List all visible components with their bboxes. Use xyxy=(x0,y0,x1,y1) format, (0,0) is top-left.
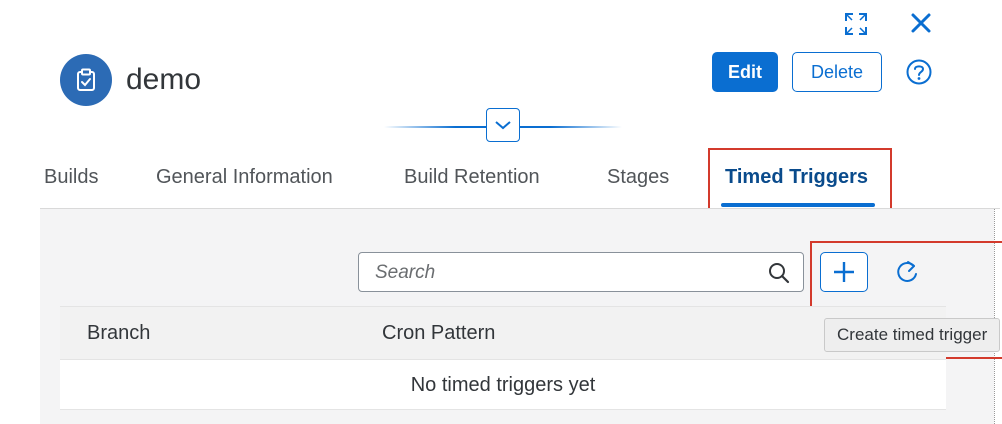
table-header xyxy=(60,306,946,360)
tab-stages[interactable]: Stages xyxy=(607,162,669,202)
empty-table-message: No timed triggers yet xyxy=(410,374,596,396)
chevron-down-icon xyxy=(495,121,511,130)
tab-builds[interactable]: Builds xyxy=(44,162,98,202)
expand-icon[interactable] xyxy=(842,10,870,38)
column-header-cron-pattern[interactable]: Cron Pattern xyxy=(382,320,495,346)
delete-button[interactable]: Delete xyxy=(792,52,882,92)
avatar xyxy=(60,54,112,106)
search-input[interactable] xyxy=(373,259,757,287)
clipboard-check-icon xyxy=(77,68,95,91)
search-icon[interactable] xyxy=(767,261,791,285)
edit-button[interactable]: Edit xyxy=(712,52,778,92)
search-field[interactable] xyxy=(358,252,804,292)
collapse-header-button[interactable] xyxy=(486,108,520,142)
help-icon[interactable] xyxy=(905,58,933,86)
close-icon[interactable] xyxy=(908,10,934,36)
add-button-tooltip: Create timed trigger xyxy=(824,318,1001,352)
tab-general-information[interactable]: General Information xyxy=(156,162,333,202)
page-title: demo xyxy=(126,63,202,96)
tab-build-retention[interactable]: Build Retention xyxy=(404,162,540,202)
column-header-branch[interactable]: Branch xyxy=(87,320,150,346)
